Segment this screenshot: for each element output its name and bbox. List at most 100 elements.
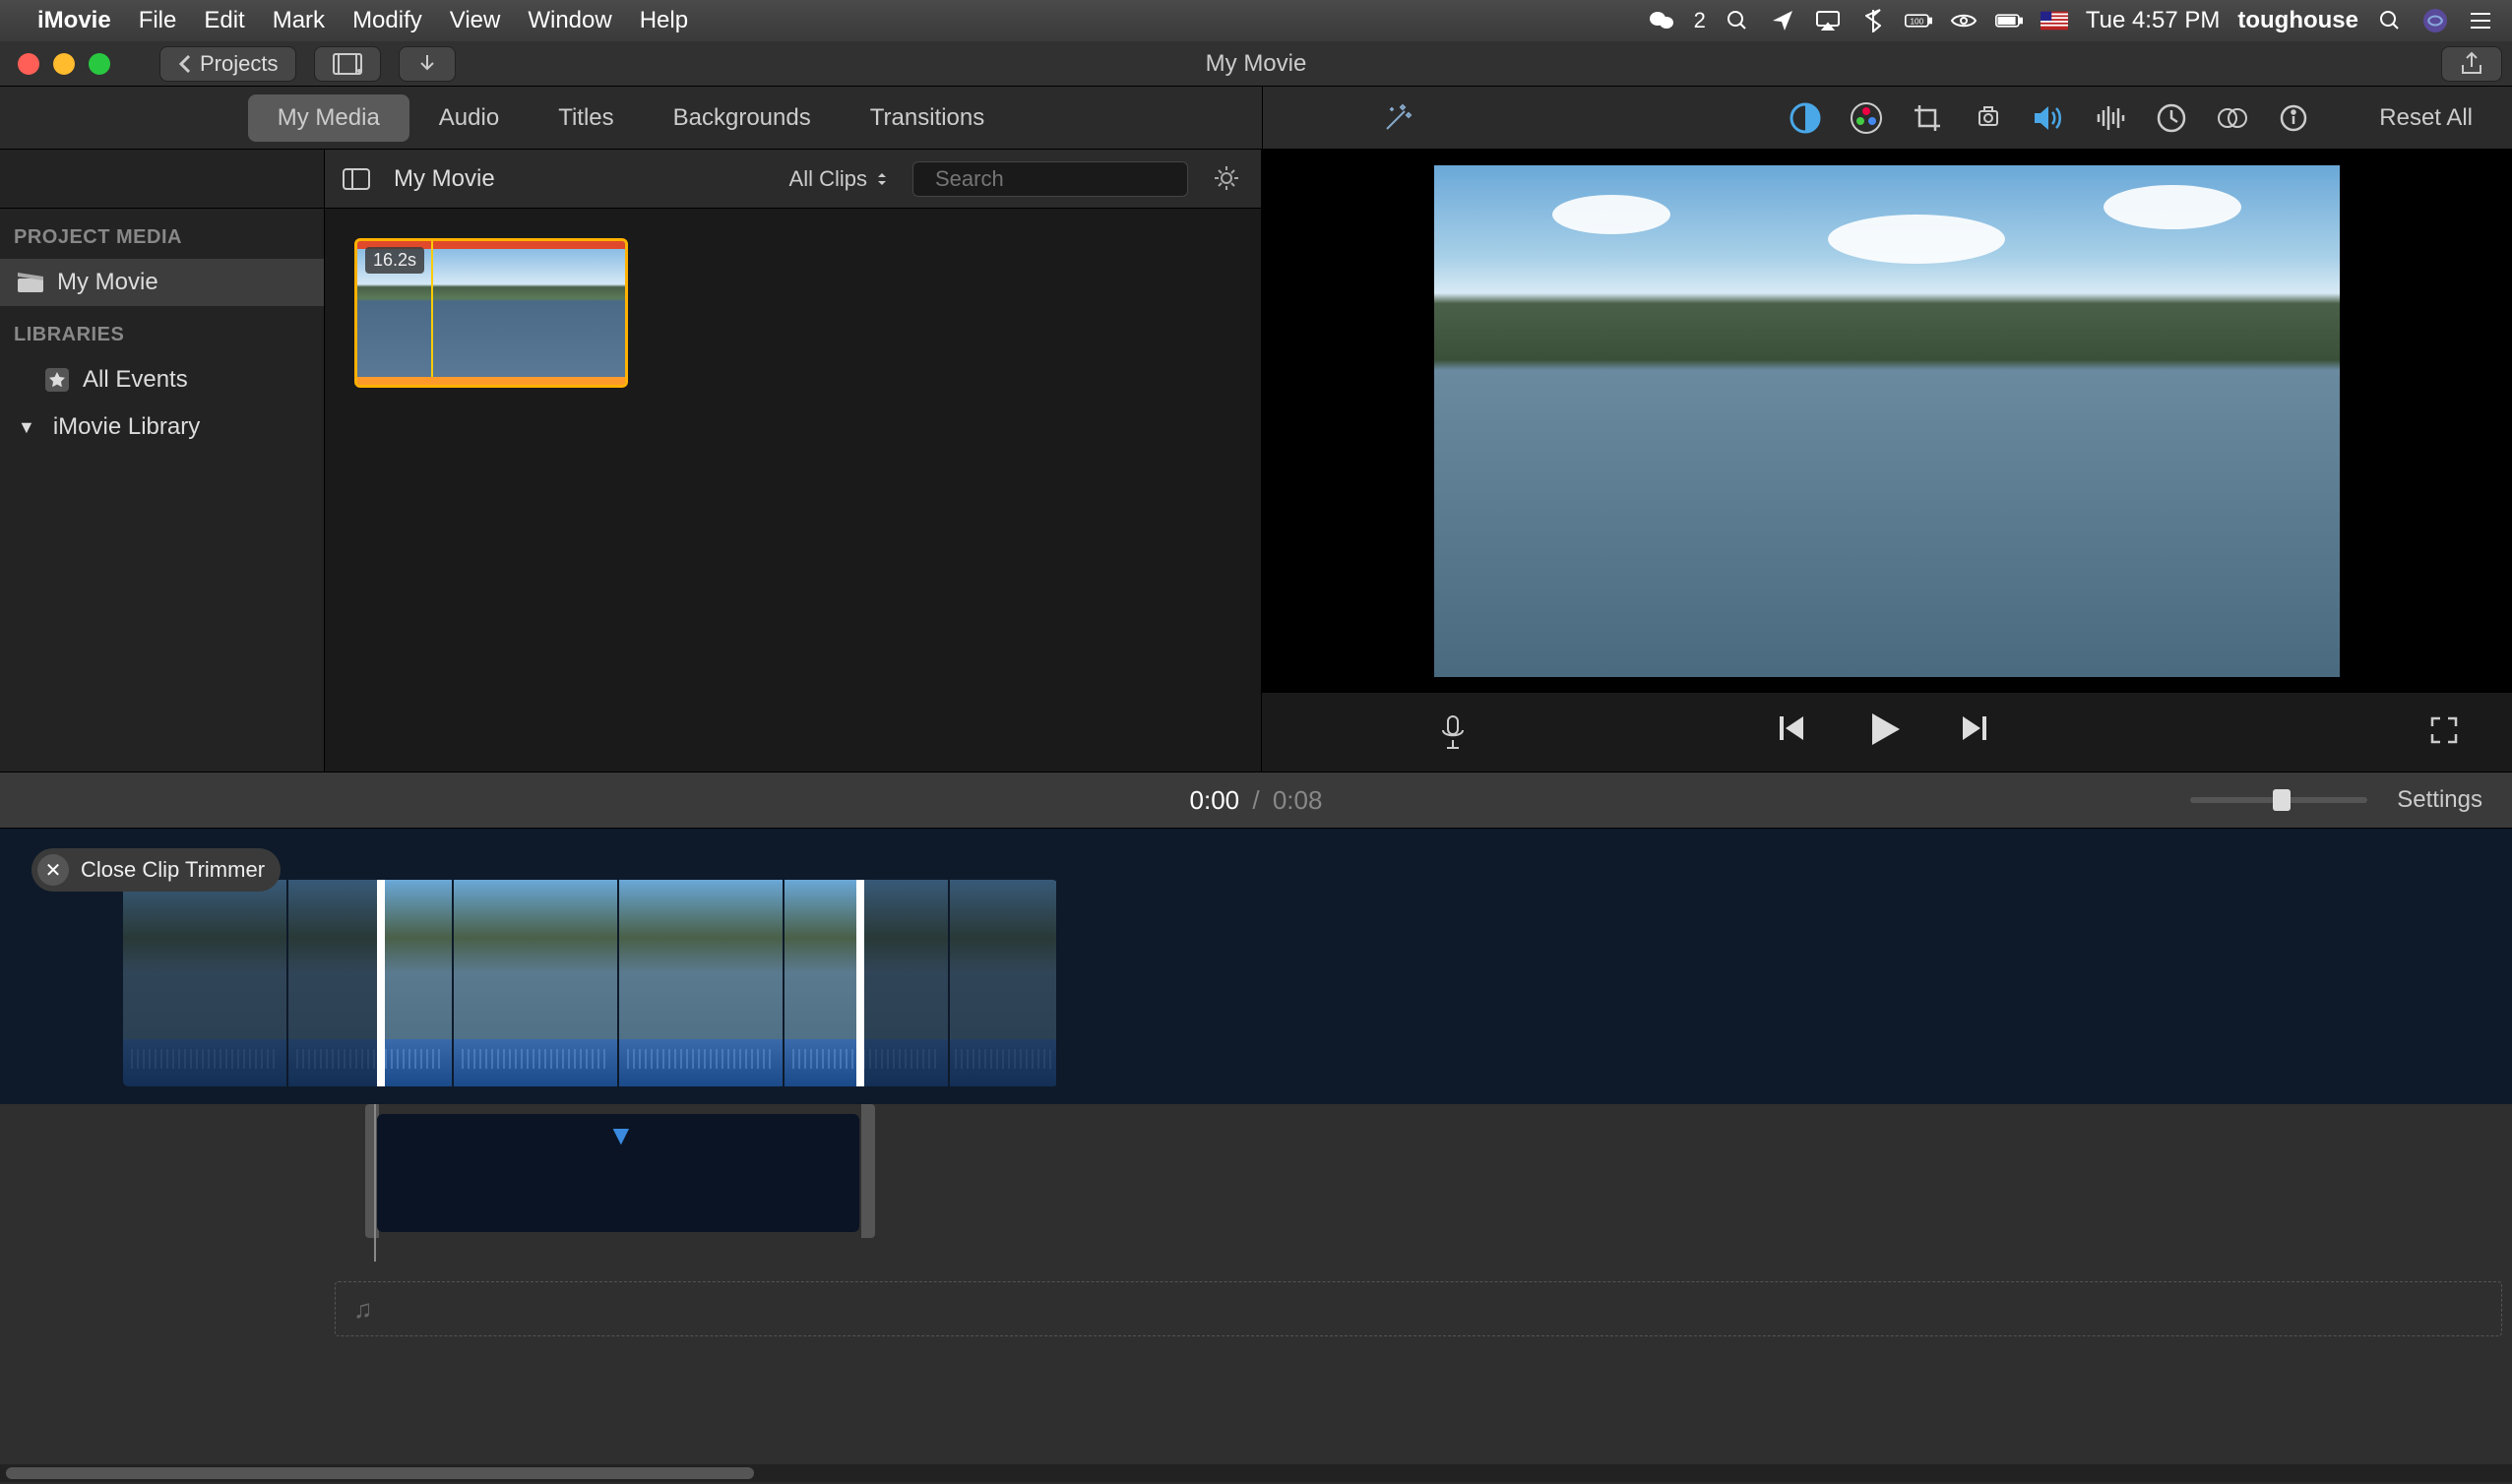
updown-caret-icon	[875, 169, 889, 189]
color-correction-icon[interactable]	[1850, 101, 1883, 135]
noise-reduction-icon[interactable]	[2094, 101, 2127, 135]
video-preview	[1434, 165, 2340, 677]
clip-filter-icon[interactable]	[2216, 101, 2249, 135]
magnifier-status-icon[interactable]	[1724, 7, 1751, 34]
airplay-icon[interactable]	[1814, 7, 1842, 34]
trimmer-out-handle[interactable]	[856, 880, 864, 1086]
time-separator: /	[1252, 785, 1259, 815]
libraries-label: LIBRARIES	[0, 306, 324, 356]
trimmer-dim-left	[123, 880, 377, 1086]
chevron-left-icon	[178, 54, 192, 74]
crop-icon[interactable]	[1911, 101, 1944, 135]
spotlight-icon[interactable]	[2376, 7, 2404, 34]
browser-title: My Movie	[394, 165, 495, 193]
clips-filter-dropdown[interactable]: All Clips	[789, 166, 889, 192]
video-frame[interactable]	[1262, 150, 2512, 693]
tab-my-media[interactable]: My Media	[248, 94, 409, 142]
prev-frame-button[interactable]	[1776, 712, 1815, 752]
color-balance-icon[interactable]	[1789, 101, 1822, 135]
wechat-icon[interactable]	[1649, 7, 1676, 34]
app-menu: iMovie File Edit Mark Modify View Window…	[37, 7, 688, 34]
zoom-slider-thumb[interactable]	[2273, 789, 2291, 811]
playhead-line[interactable]	[374, 1104, 376, 1262]
timeline-settings-button[interactable]: Settings	[2397, 786, 2482, 814]
tabs-row: My Media Audio Titles Backgrounds Transi…	[0, 87, 2512, 150]
menu-window[interactable]: Window	[528, 7, 611, 34]
zoom-slider[interactable]	[2190, 797, 2367, 803]
sidebar-library-label: iMovie Library	[53, 413, 200, 441]
window-title: My Movie	[1206, 50, 1307, 78]
menu-edit[interactable]: Edit	[204, 7, 244, 34]
browser-settings-icon[interactable]	[1212, 163, 1243, 195]
search-input[interactable]	[935, 166, 1219, 192]
stabilization-icon[interactable]	[1972, 101, 2005, 135]
clock-text[interactable]: Tue 4:57 PM	[2086, 7, 2221, 34]
info-icon[interactable]	[2277, 101, 2310, 135]
bluetooth-icon[interactable]	[1859, 7, 1887, 34]
volume-icon[interactable]	[2033, 101, 2066, 135]
menu-mark[interactable]: Mark	[273, 7, 325, 34]
flag-us-icon[interactable]	[2041, 7, 2068, 34]
siri-icon[interactable]	[2421, 7, 2449, 34]
clip-thumbnail[interactable]: 16.2s	[354, 238, 628, 388]
battery-percent-icon[interactable]: 100	[1905, 7, 1932, 34]
share-icon	[2460, 51, 2483, 77]
project-media-label: PROJECT MEDIA	[0, 209, 324, 259]
voiceover-mic-icon[interactable]	[1439, 714, 1475, 750]
horizontal-scrollbar[interactable]	[0, 1464, 2512, 1482]
filmstrip-icon	[333, 53, 362, 75]
scrollbar-thumb[interactable]	[6, 1467, 754, 1479]
total-time: 0:08	[1273, 785, 1323, 815]
send-icon[interactable]	[1769, 7, 1796, 34]
speed-icon[interactable]	[2155, 101, 2188, 135]
media-import-button[interactable]	[314, 46, 381, 82]
viewer	[1262, 150, 2512, 772]
trimmer-in-handle[interactable]	[377, 880, 385, 1086]
menu-help[interactable]: Help	[640, 7, 688, 34]
viewer-controls	[1262, 693, 2512, 772]
app-name-menu[interactable]: iMovie	[37, 7, 111, 34]
clip-trimmer-row: ✕ Close Clip Trimmer	[0, 829, 2512, 1104]
notification-center-icon[interactable]	[2467, 7, 2494, 34]
menu-modify[interactable]: Modify	[352, 7, 422, 34]
close-clip-trimmer-button[interactable]: ✕ Close Clip Trimmer	[31, 848, 281, 892]
sidebar-item-all-events[interactable]: All Events	[0, 356, 324, 403]
disclosure-triangle-icon[interactable]: ▼	[18, 417, 35, 438]
eye-icon[interactable]	[1950, 7, 1978, 34]
fullscreen-button[interactable]	[2429, 715, 2463, 749]
search-box[interactable]	[912, 161, 1188, 197]
svg-text:100: 100	[1910, 17, 1923, 26]
clip-duration-badge: 16.2s	[365, 247, 424, 274]
current-time: 0:00	[1190, 785, 1240, 815]
clapboard-icon	[18, 273, 43, 292]
close-window-button[interactable]	[18, 53, 39, 75]
battery-icon[interactable]	[1995, 7, 2023, 34]
timeline: ✕ Close Clip Trimmer ▼ ♫	[0, 829, 2512, 1482]
tab-backgrounds[interactable]: Backgrounds	[644, 94, 841, 142]
reset-all-button[interactable]: Reset All	[2379, 104, 2473, 132]
back-to-projects-button[interactable]: Projects	[159, 46, 296, 82]
tab-titles[interactable]: Titles	[529, 94, 643, 142]
sidebar-item-library[interactable]: ▼ iMovie Library	[0, 403, 324, 451]
trimmer-dim-right	[864, 880, 1058, 1086]
zoom-window-button[interactable]	[89, 53, 110, 75]
playhead-marker-icon[interactable]: ▼	[607, 1120, 635, 1151]
enhance-wand-icon[interactable]	[1381, 101, 1414, 135]
sidebar-item-project[interactable]: My Movie	[0, 259, 324, 306]
playback-controls	[1776, 710, 1998, 755]
window-chrome: Projects My Movie	[0, 41, 2512, 87]
tab-audio[interactable]: Audio	[409, 94, 529, 142]
play-button[interactable]	[1864, 710, 1910, 755]
share-button[interactable]	[2441, 46, 2502, 82]
tab-transitions[interactable]: Transitions	[841, 94, 1014, 142]
menu-file[interactable]: File	[139, 7, 177, 34]
minimize-window-button[interactable]	[53, 53, 75, 75]
menu-view[interactable]: View	[450, 7, 501, 34]
username-text[interactable]: toughouse	[2237, 7, 2358, 34]
track-right-handle[interactable]	[861, 1104, 875, 1238]
sidebar-toggle-icon[interactable]	[343, 168, 370, 190]
next-frame-button[interactable]	[1959, 712, 1998, 752]
download-arrow-icon	[417, 53, 437, 75]
audio-drop-well[interactable]: ♫	[335, 1281, 2502, 1336]
download-button[interactable]	[399, 46, 456, 82]
